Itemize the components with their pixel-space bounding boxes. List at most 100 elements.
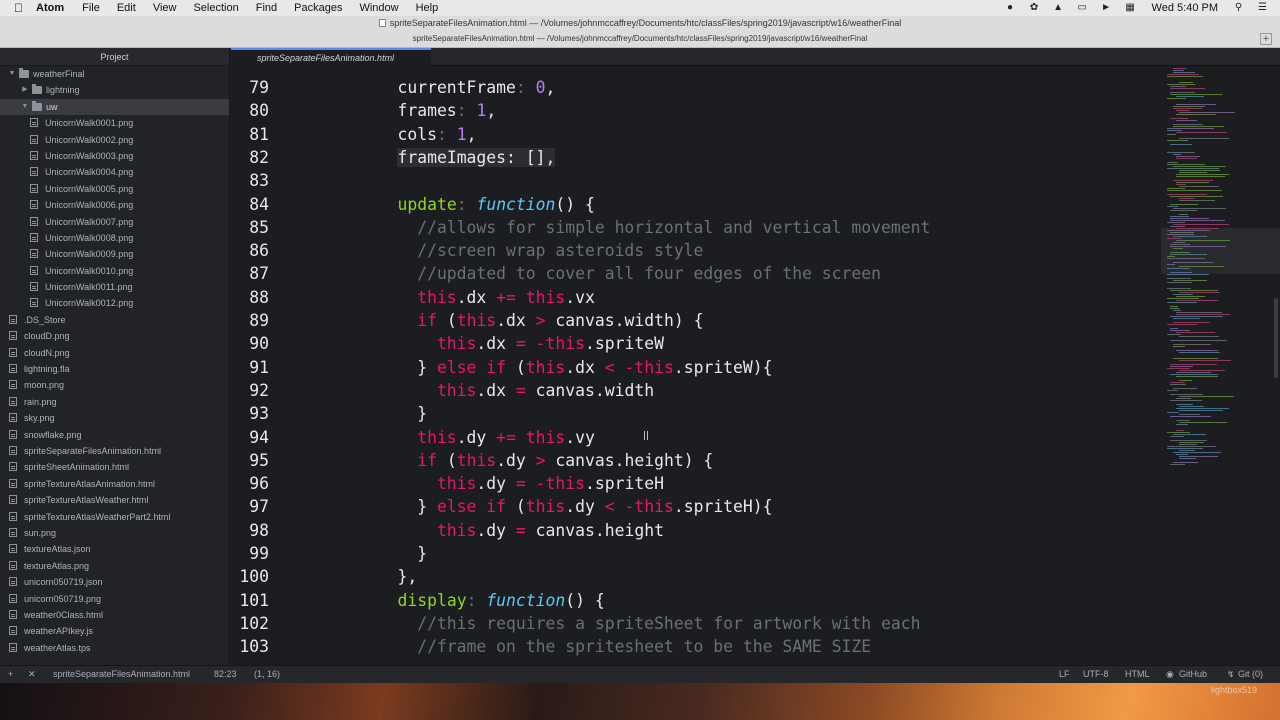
code-line[interactable]: 80 frames: 1, bbox=[231, 99, 1161, 122]
tree-file-item[interactable]: UnicornWalk0008.png bbox=[0, 230, 229, 246]
tree-file-item[interactable]: sun.png bbox=[0, 525, 229, 541]
code-line[interactable]: 91 } else if (this.dx < -this.spriteW){ bbox=[231, 356, 1161, 379]
code-line[interactable]: 95 if (this.dy > canvas.height) { bbox=[231, 449, 1161, 472]
tree-file-item[interactable]: cloudD.png bbox=[0, 328, 229, 344]
line-number[interactable]: 89 bbox=[231, 309, 269, 332]
tree-file-item[interactable]: cloudN.png bbox=[0, 345, 229, 361]
line-number[interactable]: 96 bbox=[231, 472, 269, 495]
tree-file-item[interactable]: spriteTextureAtlasAnimation.html bbox=[0, 476, 229, 492]
tree-file-item[interactable]: .DS_Store bbox=[0, 312, 229, 328]
line-number[interactable]: 93 bbox=[231, 402, 269, 425]
line-number[interactable]: 86 bbox=[231, 239, 269, 262]
tree-file-item[interactable]: UnicornWalk0001.png bbox=[0, 115, 229, 131]
search-icon[interactable]: ⚲ bbox=[1232, 3, 1245, 13]
tree-file-item[interactable]: weatherAtlas.tps bbox=[0, 640, 229, 656]
code-line[interactable]: 82 frameImages: [], bbox=[231, 146, 1161, 169]
line-number[interactable]: 101 bbox=[231, 589, 269, 612]
code-line[interactable]: 84 update: function() { bbox=[231, 193, 1161, 216]
line-number[interactable]: 87 bbox=[231, 262, 269, 285]
add-panel-icon[interactable]: + bbox=[8, 666, 13, 683]
tree-file-item[interactable]: UnicornWalk0006.png bbox=[0, 197, 229, 213]
tree-file-item[interactable]: spriteSheetAnimation.html bbox=[0, 459, 229, 475]
code-line[interactable]: 93 } bbox=[231, 402, 1161, 425]
code-line[interactable]: 101 display: function() { bbox=[231, 589, 1161, 612]
code-line[interactable]: 87 //updated to cover all four edges of … bbox=[231, 262, 1161, 285]
volume-icon[interactable]: ► bbox=[1100, 3, 1113, 13]
tree-file-item[interactable]: UnicornWalk0007.png bbox=[0, 214, 229, 230]
git-icon[interactable]: ↯ bbox=[1227, 666, 1235, 683]
code-line[interactable]: 89 if (this.dx > canvas.width) { bbox=[231, 309, 1161, 332]
code-line[interactable]: 85 //allows for simple horizontal and ve… bbox=[231, 216, 1161, 239]
tree-folder-uw[interactable]: ▼ uw bbox=[0, 98, 229, 116]
wifi-icon[interactable]: ▲ bbox=[1052, 3, 1065, 13]
tree-file-item[interactable]: spriteSeparateFilesAnimation.html bbox=[0, 443, 229, 459]
code-line[interactable]: 90 this.dx = -this.spriteW bbox=[231, 332, 1161, 355]
line-number[interactable]: 100 bbox=[231, 565, 269, 588]
line-number[interactable]: 99 bbox=[231, 542, 269, 565]
code-line[interactable]: 86 //screen wrap asteroids style bbox=[231, 239, 1161, 262]
tree-file-item[interactable]: UnicornWalk0010.png bbox=[0, 263, 229, 279]
code-line[interactable]: 79 currentFrame: 0, bbox=[231, 76, 1161, 99]
line-number[interactable]: 94 bbox=[231, 426, 269, 449]
creative-cloud-icon[interactable]: ✿ bbox=[1028, 3, 1041, 13]
code-line[interactable]: 83 bbox=[231, 169, 1161, 192]
line-number[interactable]: 103 bbox=[231, 635, 269, 658]
github-icon[interactable]: ◉ bbox=[1166, 666, 1174, 683]
line-number[interactable]: 90 bbox=[231, 332, 269, 355]
code-line[interactable]: 88 this.dx += this.vx bbox=[231, 286, 1161, 309]
menu-packages[interactable]: Packages bbox=[294, 2, 342, 14]
menu-app-name[interactable]: Atom bbox=[36, 2, 64, 14]
status-github[interactable]: GitHub bbox=[1179, 666, 1207, 683]
tree-file-item[interactable]: UnicornWalk0005.png bbox=[0, 181, 229, 197]
chevron-down-icon[interactable]: ▼ bbox=[21, 99, 29, 115]
tree-root-folder[interactable]: ▼ weatherFinal bbox=[0, 66, 229, 82]
keyboard-icon[interactable]: ▦ bbox=[1124, 3, 1137, 13]
line-number[interactable]: 83 bbox=[231, 169, 269, 192]
menu-clock[interactable]: Wed 5:40 PM bbox=[1152, 2, 1218, 14]
status-git[interactable]: Git (0) bbox=[1238, 666, 1263, 683]
vertical-scrollbar[interactable] bbox=[1274, 298, 1278, 378]
line-number[interactable]: 82 bbox=[231, 146, 269, 169]
menu-file[interactable]: File bbox=[82, 2, 100, 14]
line-number[interactable]: 79 bbox=[231, 76, 269, 99]
tree-file-item[interactable]: spriteTextureAtlasWeatherPart2.html bbox=[0, 509, 229, 525]
line-number[interactable]: 85 bbox=[231, 216, 269, 239]
code-line[interactable]: 102 //this requires a spriteSheet for ar… bbox=[231, 612, 1161, 635]
menu-find[interactable]: Find bbox=[256, 2, 277, 14]
status-line-ending[interactable]: LF bbox=[1059, 666, 1070, 683]
line-number[interactable]: 95 bbox=[231, 449, 269, 472]
chevron-right-icon[interactable]: ▶ bbox=[21, 82, 29, 98]
tree-file-item[interactable]: UnicornWalk0004.png bbox=[0, 164, 229, 180]
menu-view[interactable]: View bbox=[153, 2, 177, 14]
tree-file-item[interactable]: UnicornWalk0012.png bbox=[0, 295, 229, 311]
apple-icon[interactable]:  bbox=[14, 1, 28, 15]
code-area[interactable]: 79 currentFrame: 0, 80 frames: 1, 81 cols:… bbox=[231, 66, 1161, 665]
line-number[interactable]: 97 bbox=[231, 495, 269, 518]
tree-file-item[interactable]: lightning.fla bbox=[0, 361, 229, 377]
tree-file-item[interactable]: spriteTextureAtlasWeather.html bbox=[0, 492, 229, 508]
menu-help[interactable]: Help bbox=[416, 2, 439, 14]
line-number[interactable]: 84 bbox=[231, 193, 269, 216]
airplay-icon[interactable]: ▭ bbox=[1076, 3, 1089, 13]
tree-file-item[interactable]: UnicornWalk0011.png bbox=[0, 279, 229, 295]
tree-folder-lightning[interactable]: ▶ lightning bbox=[0, 82, 229, 98]
status-grammar[interactable]: HTML bbox=[1125, 666, 1150, 683]
tree-file-item[interactable]: moon.png bbox=[0, 377, 229, 393]
line-number[interactable]: 98 bbox=[231, 519, 269, 542]
list-icon[interactable]: ☰ bbox=[1256, 3, 1269, 13]
menu-selection[interactable]: Selection bbox=[193, 2, 238, 14]
camera-icon[interactable]: ● bbox=[1004, 3, 1017, 13]
line-number[interactable]: 88 bbox=[231, 286, 269, 309]
status-file-name[interactable]: spriteSeparateFilesAnimation.html bbox=[53, 666, 190, 683]
tree-file-item[interactable]: UnicornWalk0002.png bbox=[0, 132, 229, 148]
tree-file-item[interactable]: UnicornWalk0003.png bbox=[0, 148, 229, 164]
code-line[interactable]: 99 } bbox=[231, 542, 1161, 565]
tree-file-item[interactable]: rain.png bbox=[0, 394, 229, 410]
tree-file-item[interactable]: unicorn050719.png bbox=[0, 591, 229, 607]
status-encoding[interactable]: UTF-8 bbox=[1083, 666, 1109, 683]
line-number[interactable]: 92 bbox=[231, 379, 269, 402]
line-number[interactable]: 91 bbox=[231, 356, 269, 379]
line-number[interactable]: 80 bbox=[231, 99, 269, 122]
new-tab-button[interactable]: + bbox=[1260, 33, 1272, 45]
code-line[interactable]: 100 }, bbox=[231, 565, 1161, 588]
